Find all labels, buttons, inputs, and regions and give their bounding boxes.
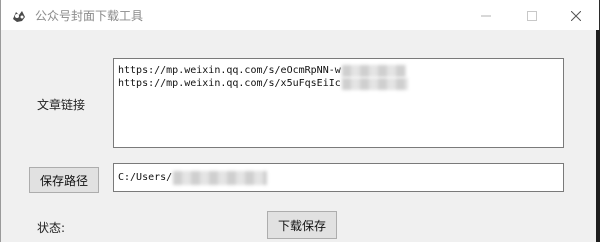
- maximize-icon: [527, 6, 537, 25]
- link-line: https://mp.weixin.qq.com/s/eOcmRpNN-w: [118, 64, 559, 77]
- redacted-area: [173, 170, 268, 185]
- link-text: https://mp.weixin.qq.com/s/x5uFqsEiIc: [118, 78, 341, 89]
- redacted-area: [341, 77, 408, 90]
- save-path-button-label: 保存路径: [39, 173, 88, 188]
- window-edge: [596, 30, 600, 242]
- link-line: https://mp.weixin.qq.com/s/x5uFqsEiIc: [118, 77, 559, 90]
- download-save-button-label: 下载保存: [277, 218, 326, 233]
- window-title: 公众号封面下载工具: [35, 9, 144, 23]
- close-button[interactable]: [553, 0, 599, 30]
- title-bar[interactable]: 公众号封面下载工具: [1, 0, 599, 30]
- minimize-icon: [481, 6, 491, 25]
- download-save-button[interactable]: 下载保存: [267, 211, 337, 239]
- save-path-button[interactable]: 保存路径: [29, 167, 99, 193]
- link-text: https://mp.weixin.qq.com/s/eOcmRpNN-w: [118, 65, 341, 76]
- status-label: 状态:: [37, 221, 66, 235]
- gear-app-icon: [11, 8, 27, 22]
- minimize-button[interactable]: [463, 0, 509, 30]
- close-icon: [570, 6, 582, 25]
- links-label: 文章链接: [37, 98, 86, 112]
- save-path-text: C:/Users/: [118, 172, 173, 183]
- maximize-button[interactable]: [509, 0, 555, 30]
- app-window: 公众号封面下载工具 文章链接 https://mp.weixin.qq.com/…: [0, 0, 599, 242]
- links-textarea[interactable]: https://mp.weixin.qq.com/s/eOcmRpNN-w ht…: [113, 58, 564, 148]
- redacted-area: [341, 64, 406, 77]
- save-path-input[interactable]: C:/Users/: [113, 163, 564, 192]
